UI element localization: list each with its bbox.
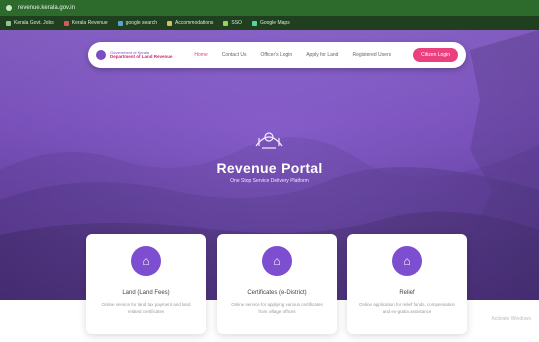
menu-item-apply[interactable]: Apply for Land	[306, 52, 338, 58]
bookmark-label: Kerala Revenue	[71, 20, 108, 26]
bookmark-label: SSO	[231, 20, 242, 26]
menu-item-officer-login[interactable]: Officer's Login	[260, 52, 292, 58]
card-description: Online application for relief funds, com…	[358, 302, 456, 314]
bookmark-item[interactable]: Kerala Revenue	[63, 20, 108, 26]
windows-watermark: Activate Windows	[491, 316, 531, 322]
card-title: Certificates (e-District)	[247, 290, 307, 296]
emblem-icon	[96, 50, 106, 60]
menu-item-home[interactable]: Home	[194, 52, 207, 58]
card-description: Online service for applying various cert…	[231, 302, 323, 314]
citizen-login-button[interactable]: Citizen Login	[413, 48, 458, 62]
bookmark-icon	[63, 20, 69, 26]
brand-line2: Department of Land Revenue	[110, 53, 173, 59]
bookmark-item[interactable]: SSO	[223, 20, 242, 26]
main-menu: Home Contact Us Officer's Login Apply fo…	[192, 48, 458, 62]
service-card-relief[interactable]: ⌂ Relief Online application for relief f…	[347, 234, 467, 334]
bookmark-item[interactable]: Google Maps	[251, 20, 290, 26]
bookmark-icon	[167, 20, 173, 26]
relief-icon: ⌂	[392, 246, 422, 276]
bookmark-item[interactable]: google search	[117, 20, 158, 26]
page-title: Revenue Portal	[216, 160, 323, 176]
service-card-land[interactable]: ⌂ Land (Land Fees) Online service for la…	[86, 234, 206, 334]
lock-icon	[6, 5, 12, 11]
certificate-icon: ⌂	[262, 246, 292, 276]
service-card-certificates[interactable]: ⌂ Certificates (e-District) Online servi…	[217, 234, 337, 334]
bookmark-icon	[117, 20, 123, 26]
address-bar[interactable]: revenue.kerala.gov.in	[0, 0, 539, 16]
bookmark-label: google search	[125, 20, 158, 26]
bookmark-label: Kerala Govt. Jobs	[14, 20, 54, 26]
bookmark-label: Accommodations	[175, 20, 214, 26]
state-emblem-icon	[255, 132, 283, 149]
bookmarks-bar: Kerala Govt. Jobs Kerala Revenue google …	[0, 16, 539, 30]
brand-text: Government of Kerala Department of Land …	[110, 50, 173, 60]
card-title: Land (Land Fees)	[122, 290, 170, 296]
bookmark-icon	[223, 20, 229, 26]
menu-item-contact[interactable]: Contact Us	[222, 52, 247, 58]
bookmark-label: Google Maps	[259, 20, 290, 26]
card-description: Online service for land tax payment and …	[101, 302, 191, 314]
menu-item-registered[interactable]: Registered Users	[352, 52, 391, 58]
card-title: Relief	[399, 290, 415, 296]
brand-logo[interactable]: Government of Kerala Department of Land …	[96, 50, 192, 60]
bookmark-icon	[6, 20, 11, 26]
top-navbar: Government of Kerala Department of Land …	[88, 42, 466, 68]
bookmark-icon	[251, 20, 257, 26]
url-text[interactable]: revenue.kerala.gov.in	[18, 5, 75, 11]
bookmark-item[interactable]: Kerala Govt. Jobs	[6, 20, 54, 26]
land-icon: ⌂	[131, 246, 161, 276]
bookmark-item[interactable]: Accommodations	[167, 20, 213, 26]
page-subtitle: One Stop Service Delivery Platform	[230, 178, 309, 184]
